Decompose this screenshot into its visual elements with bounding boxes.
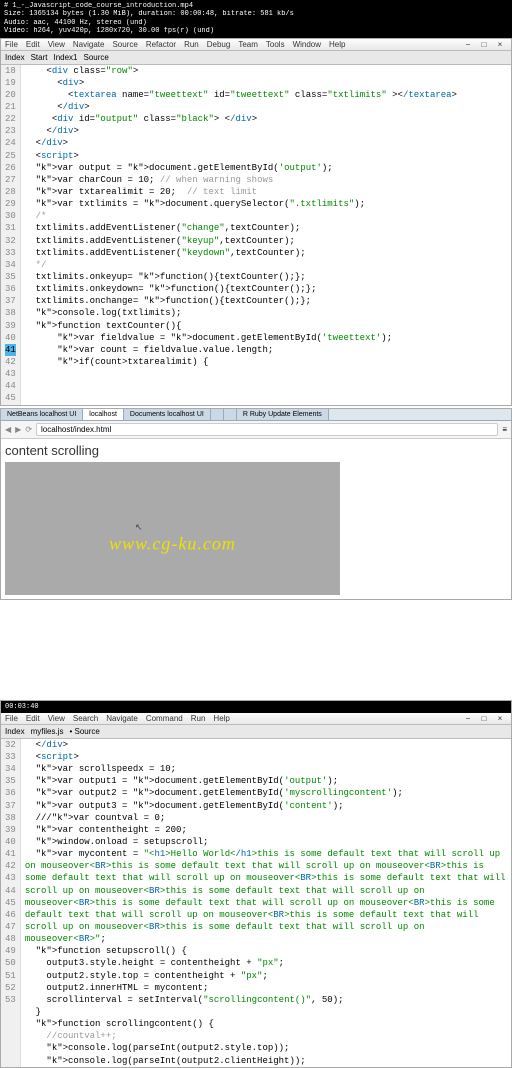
browser-tab[interactable]: Documents localhost UI <box>124 409 211 420</box>
tab-myfiles[interactable]: myfiles.js <box>31 727 64 736</box>
menu-refactor[interactable]: Refactor <box>146 40 176 49</box>
code-editor-top: File Edit View Navigate Source Refactor … <box>0 38 512 406</box>
menu-navigate[interactable]: Navigate <box>73 40 105 49</box>
tab-source[interactable]: • Source <box>69 727 99 736</box>
reload-icon[interactable]: ⟳ <box>25 425 32 434</box>
close-icon[interactable]: × <box>493 40 507 49</box>
url-bar[interactable]: localhost/index.html <box>36 423 498 436</box>
tab-index1[interactable]: Index1 <box>53 53 77 62</box>
tab-index[interactable]: Index <box>5 727 25 736</box>
browser-tabs[interactable]: NetBeans localhost UI localhost Document… <box>1 409 511 421</box>
browser-tab[interactable] <box>224 409 237 420</box>
video-audio: Audio: aac, 44100 Hz, stereo (und) <box>4 19 508 27</box>
menu-source[interactable]: Source <box>112 40 137 49</box>
blank-space <box>0 600 512 700</box>
video-filename: # 1_-_Javascript_code_course_introductio… <box>4 2 508 10</box>
watermark-text: www.cg-ku.com <box>109 533 236 554</box>
menu-team[interactable]: Team <box>238 40 258 49</box>
menubar-top[interactable]: File Edit View Navigate Source Refactor … <box>1 39 511 51</box>
tab-source[interactable]: Source <box>84 53 109 62</box>
browser-tab[interactable]: NetBeans localhost UI <box>1 409 83 420</box>
menu-icon[interactable]: ≡ <box>502 425 507 434</box>
menu-run[interactable]: Run <box>191 714 206 723</box>
menu-debug[interactable]: Debug <box>207 40 231 49</box>
menu-run[interactable]: Run <box>184 40 199 49</box>
scrolling-content-box[interactable]: ↖ www.cg-ku.com <box>5 462 340 595</box>
tab-start[interactable]: Start <box>31 53 48 62</box>
menu-tools[interactable]: Tools <box>266 40 285 49</box>
code-content-bottom[interactable]: </div> <script> "k">var scrollspeedx = 1… <box>21 739 511 1067</box>
forward-icon[interactable]: ▶ <box>15 425 21 434</box>
menu-view[interactable]: View <box>48 714 65 723</box>
window-controls: − □ × <box>461 40 507 49</box>
window-controls: − □ × <box>461 714 507 723</box>
close-icon[interactable]: × <box>493 714 507 723</box>
menu-file[interactable]: File <box>5 40 18 49</box>
browser-content: content scrolling ↖ www.cg-ku.com <box>1 439 511 599</box>
menu-file[interactable]: File <box>5 714 18 723</box>
menu-help[interactable]: Help <box>329 40 345 49</box>
code-content-top[interactable]: <div class="row"> <div> <textarea name="… <box>21 65 511 405</box>
menu-help[interactable]: Help <box>213 714 229 723</box>
menu-edit[interactable]: Edit <box>26 40 40 49</box>
menu-view[interactable]: View <box>48 40 65 49</box>
line-gutter-top: 1819202122232425262728293031323334353637… <box>1 65 21 405</box>
menu-command[interactable]: Command <box>146 714 183 723</box>
menu-window[interactable]: Window <box>293 40 321 49</box>
editor-tabbar-top[interactable]: Index Start Index1 Source <box>1 51 511 65</box>
bottom-timestamp: 00:03:40 <box>1 701 511 713</box>
maximize-icon[interactable]: □ <box>477 714 491 723</box>
menu-edit[interactable]: Edit <box>26 714 40 723</box>
code-editor-bottom: 00:03:40 File Edit View Search Navigate … <box>0 700 512 1068</box>
back-icon[interactable]: ◀ <box>5 425 11 434</box>
menu-navigate[interactable]: Navigate <box>106 714 138 723</box>
page-title: content scrolling <box>5 443 507 458</box>
code-area-top[interactable]: 1819202122232425262728293031323334353637… <box>1 65 511 405</box>
menu-search[interactable]: Search <box>73 714 98 723</box>
browser-window: NetBeans localhost UI localhost Document… <box>0 408 512 600</box>
menubar-bottom[interactable]: File Edit View Search Navigate Command R… <box>1 713 511 725</box>
browser-toolbar: ◀ ▶ ⟳ localhost/index.html ≡ <box>1 421 511 439</box>
browser-tab[interactable] <box>211 409 224 420</box>
editor-tabbar-bottom[interactable]: Index myfiles.js • Source <box>1 725 511 739</box>
browser-tab-active[interactable]: localhost <box>83 409 124 420</box>
video-video: Video: h264, yuv420p, 1280x720, 30.00 fp… <box>4 27 508 35</box>
maximize-icon[interactable]: □ <box>477 40 491 49</box>
bottom-time-label: 00:03:40 <box>5 703 507 711</box>
video-info-overlay: # 1_-_Javascript_code_course_introductio… <box>0 0 512 38</box>
cursor-icon: ↖ <box>135 522 143 533</box>
code-area-bottom[interactable]: 3233343536373839404142434445464748495051… <box>1 739 511 1067</box>
browser-tab[interactable]: R Ruby Update Elements <box>237 409 329 420</box>
minimize-icon[interactable]: − <box>461 40 475 49</box>
minimize-icon[interactable]: − <box>461 714 475 723</box>
tab-index[interactable]: Index <box>5 53 25 62</box>
line-gutter-bottom: 3233343536373839404142434445464748495051… <box>1 739 21 1067</box>
video-size: Size: 1365134 bytes (1.30 MiB), duration… <box>4 10 508 18</box>
